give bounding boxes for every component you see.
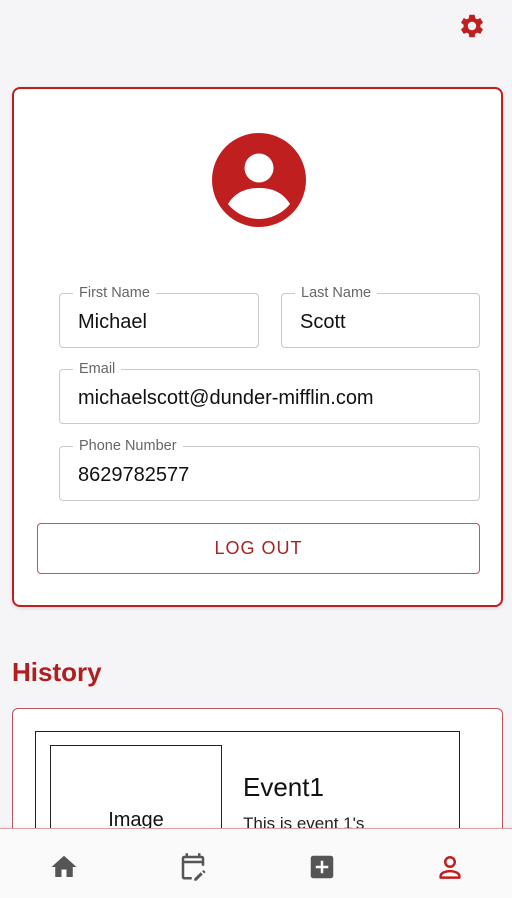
first-name-input[interactable] (78, 310, 248, 334)
last-name-label: Last Name (295, 285, 378, 301)
last-name-field[interactable]: Last Name (281, 285, 480, 348)
logout-button[interactable]: LOG OUT (37, 523, 480, 574)
email-input[interactable] (78, 386, 469, 410)
phone-number-field[interactable]: Phone Number (59, 438, 480, 501)
profile-card: First Name Last Name Email Phone Number … (12, 87, 503, 607)
email-field[interactable]: Email (59, 361, 480, 424)
add-box-icon (310, 855, 334, 879)
gear-icon (461, 14, 483, 38)
calendar-edit-icon (181, 853, 206, 881)
phone-number-label: Phone Number (73, 438, 183, 454)
settings-button[interactable] (456, 10, 488, 42)
last-name-input[interactable] (300, 310, 469, 334)
email-label: Email (73, 361, 122, 377)
event-title: Event1 (243, 772, 324, 802)
person-icon (439, 855, 461, 879)
nav-home[interactable] (44, 847, 84, 887)
bottom-navigation (0, 828, 512, 898)
profile-screen: First Name Last Name Email Phone Number … (0, 0, 512, 898)
nav-profile[interactable] (430, 847, 470, 887)
history-heading: History (12, 657, 102, 687)
nav-add[interactable] (302, 847, 342, 887)
account-circle-icon (212, 133, 306, 227)
nav-calendar[interactable] (173, 847, 213, 887)
phone-number-input[interactable] (78, 463, 469, 487)
first-name-field[interactable]: First Name (59, 285, 259, 348)
home-icon (51, 855, 77, 877)
first-name-label: First Name (73, 285, 156, 301)
